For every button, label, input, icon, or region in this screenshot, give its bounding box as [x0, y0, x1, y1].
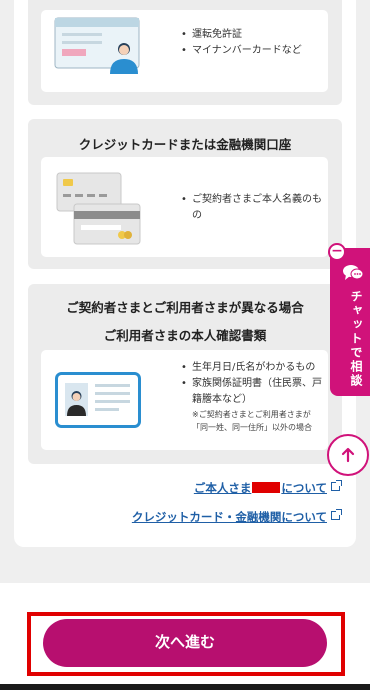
chat-bubble-icon	[343, 265, 364, 280]
link-text: ご本人さま	[193, 481, 252, 495]
identity-documents-link[interactable]: ご本人さま について	[193, 480, 342, 496]
id-card-illustration	[55, 372, 141, 428]
list-item: 生年月日/氏名がわかるもの	[181, 360, 326, 376]
redaction-block	[252, 482, 281, 493]
credit-card-link[interactable]: クレジットカード・金融機関について	[131, 509, 342, 525]
note-text: ※ご契約者さまとご利用者さまが「同一姓、同一住所」以外の場合	[192, 410, 312, 432]
user-documents-box: 生年月日/氏名がわかるもの 家族関係証明書（住民票、戸籍謄本など） ※ご契約者さ…	[41, 350, 328, 450]
arrow-up-icon	[341, 447, 355, 463]
section-user-documents: ご契約者さまとご利用者さまが異なる場合 ご利用者さまの本人確認書類 生年月日/氏…	[28, 284, 342, 464]
link-text: について	[281, 481, 327, 495]
credit-card-box: ご契約者さまご本人名義のもの	[41, 157, 328, 257]
id-documents-list: 運転免許証 マイナンバーカードなど	[181, 27, 302, 59]
screen: 運転免許証 マイナンバーカードなど クレジットカードまたは金融機関口座	[0, 0, 370, 690]
next-button[interactable]: 次へ進む	[43, 619, 327, 667]
list-item: ご契約者さまご本人名義のもの	[181, 192, 326, 224]
chat-collapse-button[interactable]: −	[328, 243, 346, 261]
credit-card-list: ご契約者さまご本人名義のもの	[181, 192, 326, 224]
section-credit-card: クレジットカードまたは金融機関口座 ご契約者さまご本人名義のもの	[28, 119, 342, 269]
list-item: マイナンバーカードなど	[181, 43, 302, 59]
external-link-icon	[331, 480, 342, 491]
user-documents-list: 生年月日/氏名がわかるもの 家族関係証明書（住民票、戸籍謄本など） ※ご契約者さ…	[181, 360, 326, 434]
minus-icon: −	[331, 243, 343, 259]
list-item: 家族関係証明書（住民票、戸籍謄本など）	[181, 376, 326, 408]
list-item: 運転免許証	[181, 27, 302, 43]
license-card-illustration	[54, 17, 140, 74]
section-title: クレジットカードまたは金融機関口座	[78, 137, 292, 152]
id-documents-box: 運転免許証 マイナンバーカードなど	[41, 10, 328, 92]
bottom-bar	[0, 684, 370, 690]
scroll-to-top-button[interactable]	[327, 434, 369, 476]
section-id-documents: 運転免許証 マイナンバーカードなど	[28, 0, 342, 105]
credit-card-illustration	[56, 172, 141, 245]
link-text: クレジットカード・金融機関について	[131, 510, 327, 524]
section-title: ご契約者さまとご利用者さまが異なる場合	[66, 300, 304, 315]
section-subtitle: ご利用者さまの本人確認書類	[103, 328, 267, 343]
external-link-icon	[331, 509, 342, 520]
chat-label: チャットで相談	[349, 290, 363, 388]
